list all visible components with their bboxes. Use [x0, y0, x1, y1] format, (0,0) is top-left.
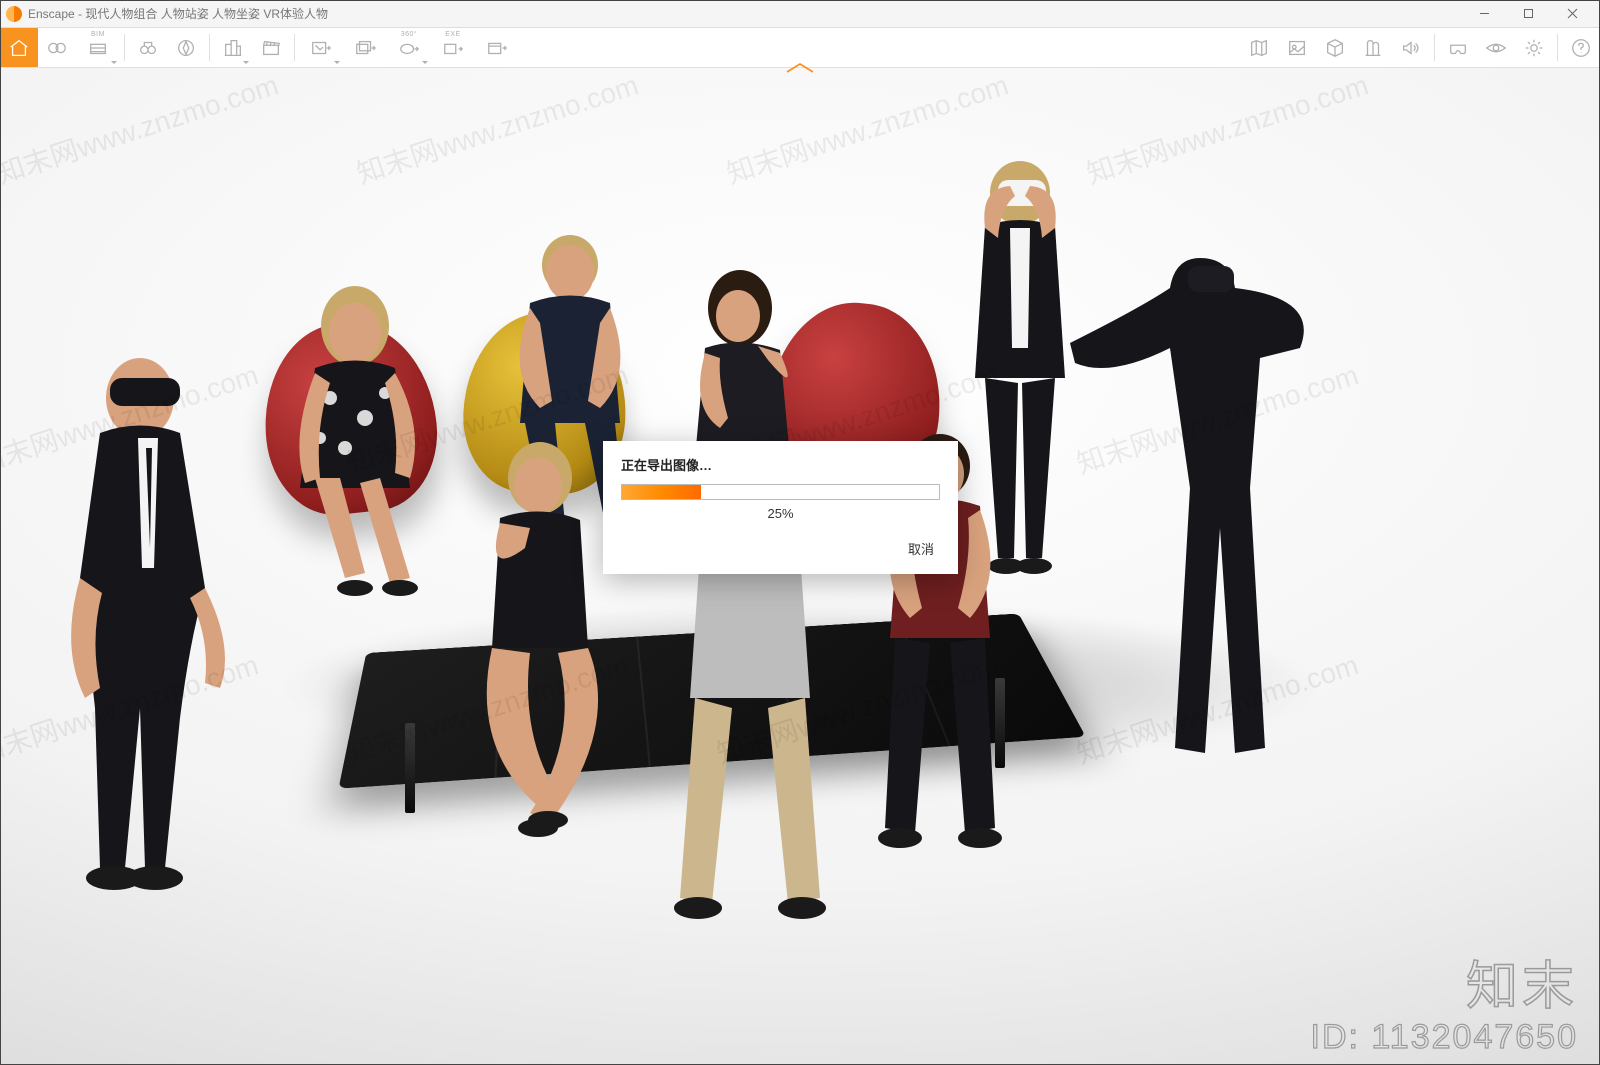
orbit-mode-button[interactable]: [167, 28, 205, 67]
asset-library-button[interactable]: [1278, 28, 1316, 67]
walk-mode-button[interactable]: [129, 28, 167, 67]
sound-button[interactable]: [1392, 28, 1430, 67]
bim-label: BIM: [91, 31, 105, 38]
progress-percent-label: 25%: [621, 506, 940, 521]
progress-bar-fill: [622, 485, 701, 499]
watermark-brand: 知末: [1466, 944, 1578, 1019]
collapse-toolbar-handle[interactable]: [783, 60, 817, 76]
clapperboard-icon: [260, 37, 282, 59]
visual-settings-icon: [1485, 37, 1507, 59]
exe-export-icon: [442, 37, 464, 59]
scene-prop-bench-leg: [405, 723, 415, 813]
progress-bar: [621, 484, 940, 500]
home-button[interactable]: [0, 28, 38, 67]
settings-icon: [1523, 37, 1545, 59]
favorite-views-button[interactable]: [214, 28, 252, 67]
scene-person: [30, 338, 280, 898]
watermark-id: ID: 1132047650: [1311, 1018, 1578, 1057]
watermark: 知末网www.znzmo.com: [1081, 68, 1373, 192]
package-icon: [1324, 37, 1346, 59]
minimize-button[interactable]: [1462, 0, 1506, 28]
help-button[interactable]: [1562, 28, 1600, 67]
bim-manage-views-button[interactable]: BIM: [76, 28, 120, 67]
batch-export-button[interactable]: [343, 28, 387, 67]
exe-label: EXE: [445, 31, 461, 38]
chevron-down-icon: [243, 61, 249, 64]
site-context-icon: [1362, 37, 1384, 59]
screenshot-export-icon: [310, 37, 332, 59]
scene-person: [1050, 228, 1350, 788]
document-title: 现代人物组合 人物站姿 人物坐姿 VR体验人物: [85, 7, 328, 21]
sound-icon: [1400, 37, 1422, 59]
vr-button[interactable]: [1439, 28, 1477, 67]
compass-icon: [175, 37, 197, 59]
watermark: 知末网www.znzmo.com: [351, 68, 643, 192]
chevron-down-icon: [422, 61, 428, 64]
site-context-button[interactable]: [1354, 28, 1392, 67]
dialog-title: 正在导出图像…: [621, 455, 940, 474]
visual-settings-button[interactable]: [1477, 28, 1515, 67]
sync-icon: [46, 37, 68, 59]
app-name: Enscape: [28, 7, 75, 21]
titlebar: Enscape - 现代人物组合 人物站姿 人物坐姿 VR体验人物: [0, 0, 1600, 28]
pano-label: 360°: [401, 31, 417, 38]
screenshot-export-button[interactable]: [299, 28, 343, 67]
package-button[interactable]: [1316, 28, 1354, 67]
bim-views-icon: [87, 37, 109, 59]
exe-export-button[interactable]: EXE: [431, 28, 475, 67]
chevron-down-icon: [111, 61, 117, 64]
asset-library-icon: [1286, 37, 1308, 59]
close-button[interactable]: [1550, 0, 1594, 28]
export-progress-dialog: 正在导出图像… 25% 取消: [603, 441, 958, 574]
mini-map-icon: [1248, 37, 1270, 59]
sync-views-button[interactable]: [38, 28, 76, 67]
help-icon: [1570, 37, 1592, 59]
chevron-up-icon: [783, 60, 817, 76]
settings-button[interactable]: [1515, 28, 1553, 67]
video-editor-button[interactable]: [252, 28, 290, 67]
batch-export-icon: [354, 37, 376, 59]
cancel-button[interactable]: 取消: [902, 535, 940, 562]
chevron-down-icon: [334, 61, 340, 64]
web-export-icon: [486, 37, 508, 59]
watermark: 知末网www.znzmo.com: [0, 68, 283, 192]
window-title: Enscape - 现代人物组合 人物站姿 人物坐姿 VR体验人物: [28, 5, 328, 22]
binoculars-icon: [137, 37, 159, 59]
web-export-button[interactable]: [475, 28, 519, 67]
mini-map-button[interactable]: [1240, 28, 1278, 67]
vr-headset-icon: [1447, 37, 1469, 59]
maximize-button[interactable]: [1506, 0, 1550, 28]
panorama-export-icon: [398, 37, 420, 59]
panorama-export-button[interactable]: 360°: [387, 28, 431, 67]
home-icon: [8, 37, 30, 59]
enscape-logo-icon: [6, 6, 22, 22]
buildings-icon: [222, 37, 244, 59]
